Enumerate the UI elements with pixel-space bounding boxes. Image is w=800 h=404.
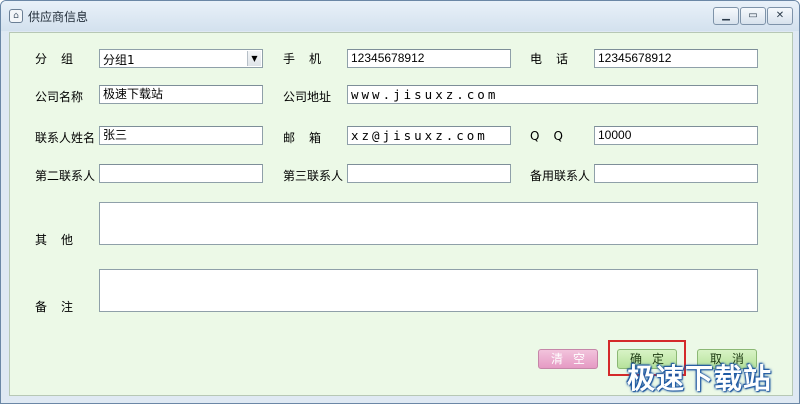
window-title: 供应商信息 (28, 10, 89, 24)
close-icon[interactable]: ✕ (767, 7, 793, 25)
mobile-field[interactable]: 12345678912 (347, 49, 511, 68)
form-panel: 分组 分组1 ▼ 手机 12345678912 电话 12345678912 公… (9, 32, 793, 396)
group-label: 分组 (35, 52, 88, 66)
other-label: 其他 (35, 233, 88, 247)
group-select-value: 分组1 (103, 53, 135, 67)
third-contact-field[interactable] (347, 164, 511, 183)
company-address-field[interactable]: www.jisuxz.com (347, 85, 758, 104)
phone-label: 电话 (530, 52, 583, 66)
watermark: 极速下载站 (627, 362, 773, 395)
company-address-label: 公司地址 (283, 90, 332, 104)
chevron-down-icon[interactable]: ▼ (247, 51, 261, 66)
app-icon: ⌂ (9, 9, 23, 23)
third-contact-label: 第三联系人 (283, 169, 344, 183)
mobile-label: 手机 (283, 52, 336, 66)
company-name-label: 公司名称 (35, 90, 84, 104)
clear-button[interactable]: 清空 (538, 349, 598, 369)
title-bar[interactable]: ⌂ 供应商信息 ▁ ▭ ✕ (1, 1, 799, 31)
other-textarea[interactable] (99, 202, 758, 245)
contact-name-label: 联系人姓名 (35, 131, 96, 145)
qq-field[interactable]: 10000 (594, 126, 758, 145)
backup-contact-label: 备用联系人 (530, 169, 591, 183)
email-label: 邮箱 (283, 131, 336, 145)
company-name-field[interactable]: 极速下载站 (99, 85, 263, 104)
supplier-info-window: ⌂ 供应商信息 ▁ ▭ ✕ 分组 分组1 ▼ 手机 12345678912 电话… (0, 0, 800, 404)
backup-contact-field[interactable] (594, 164, 758, 183)
maximize-icon[interactable]: ▭ (740, 7, 766, 25)
contact-name-field[interactable]: 张三 (99, 126, 263, 145)
email-field[interactable]: xz@jisuxz.com (347, 126, 511, 145)
second-contact-label: 第二联系人 (35, 169, 96, 183)
qq-label: QQ (530, 129, 577, 143)
remarks-label: 备注 (35, 300, 88, 314)
remarks-textarea[interactable] (99, 269, 758, 312)
group-select[interactable]: 分组1 ▼ (99, 49, 263, 68)
second-contact-field[interactable] (99, 164, 263, 183)
phone-field[interactable]: 12345678912 (594, 49, 758, 68)
minimize-icon[interactable]: ▁ (713, 7, 739, 25)
